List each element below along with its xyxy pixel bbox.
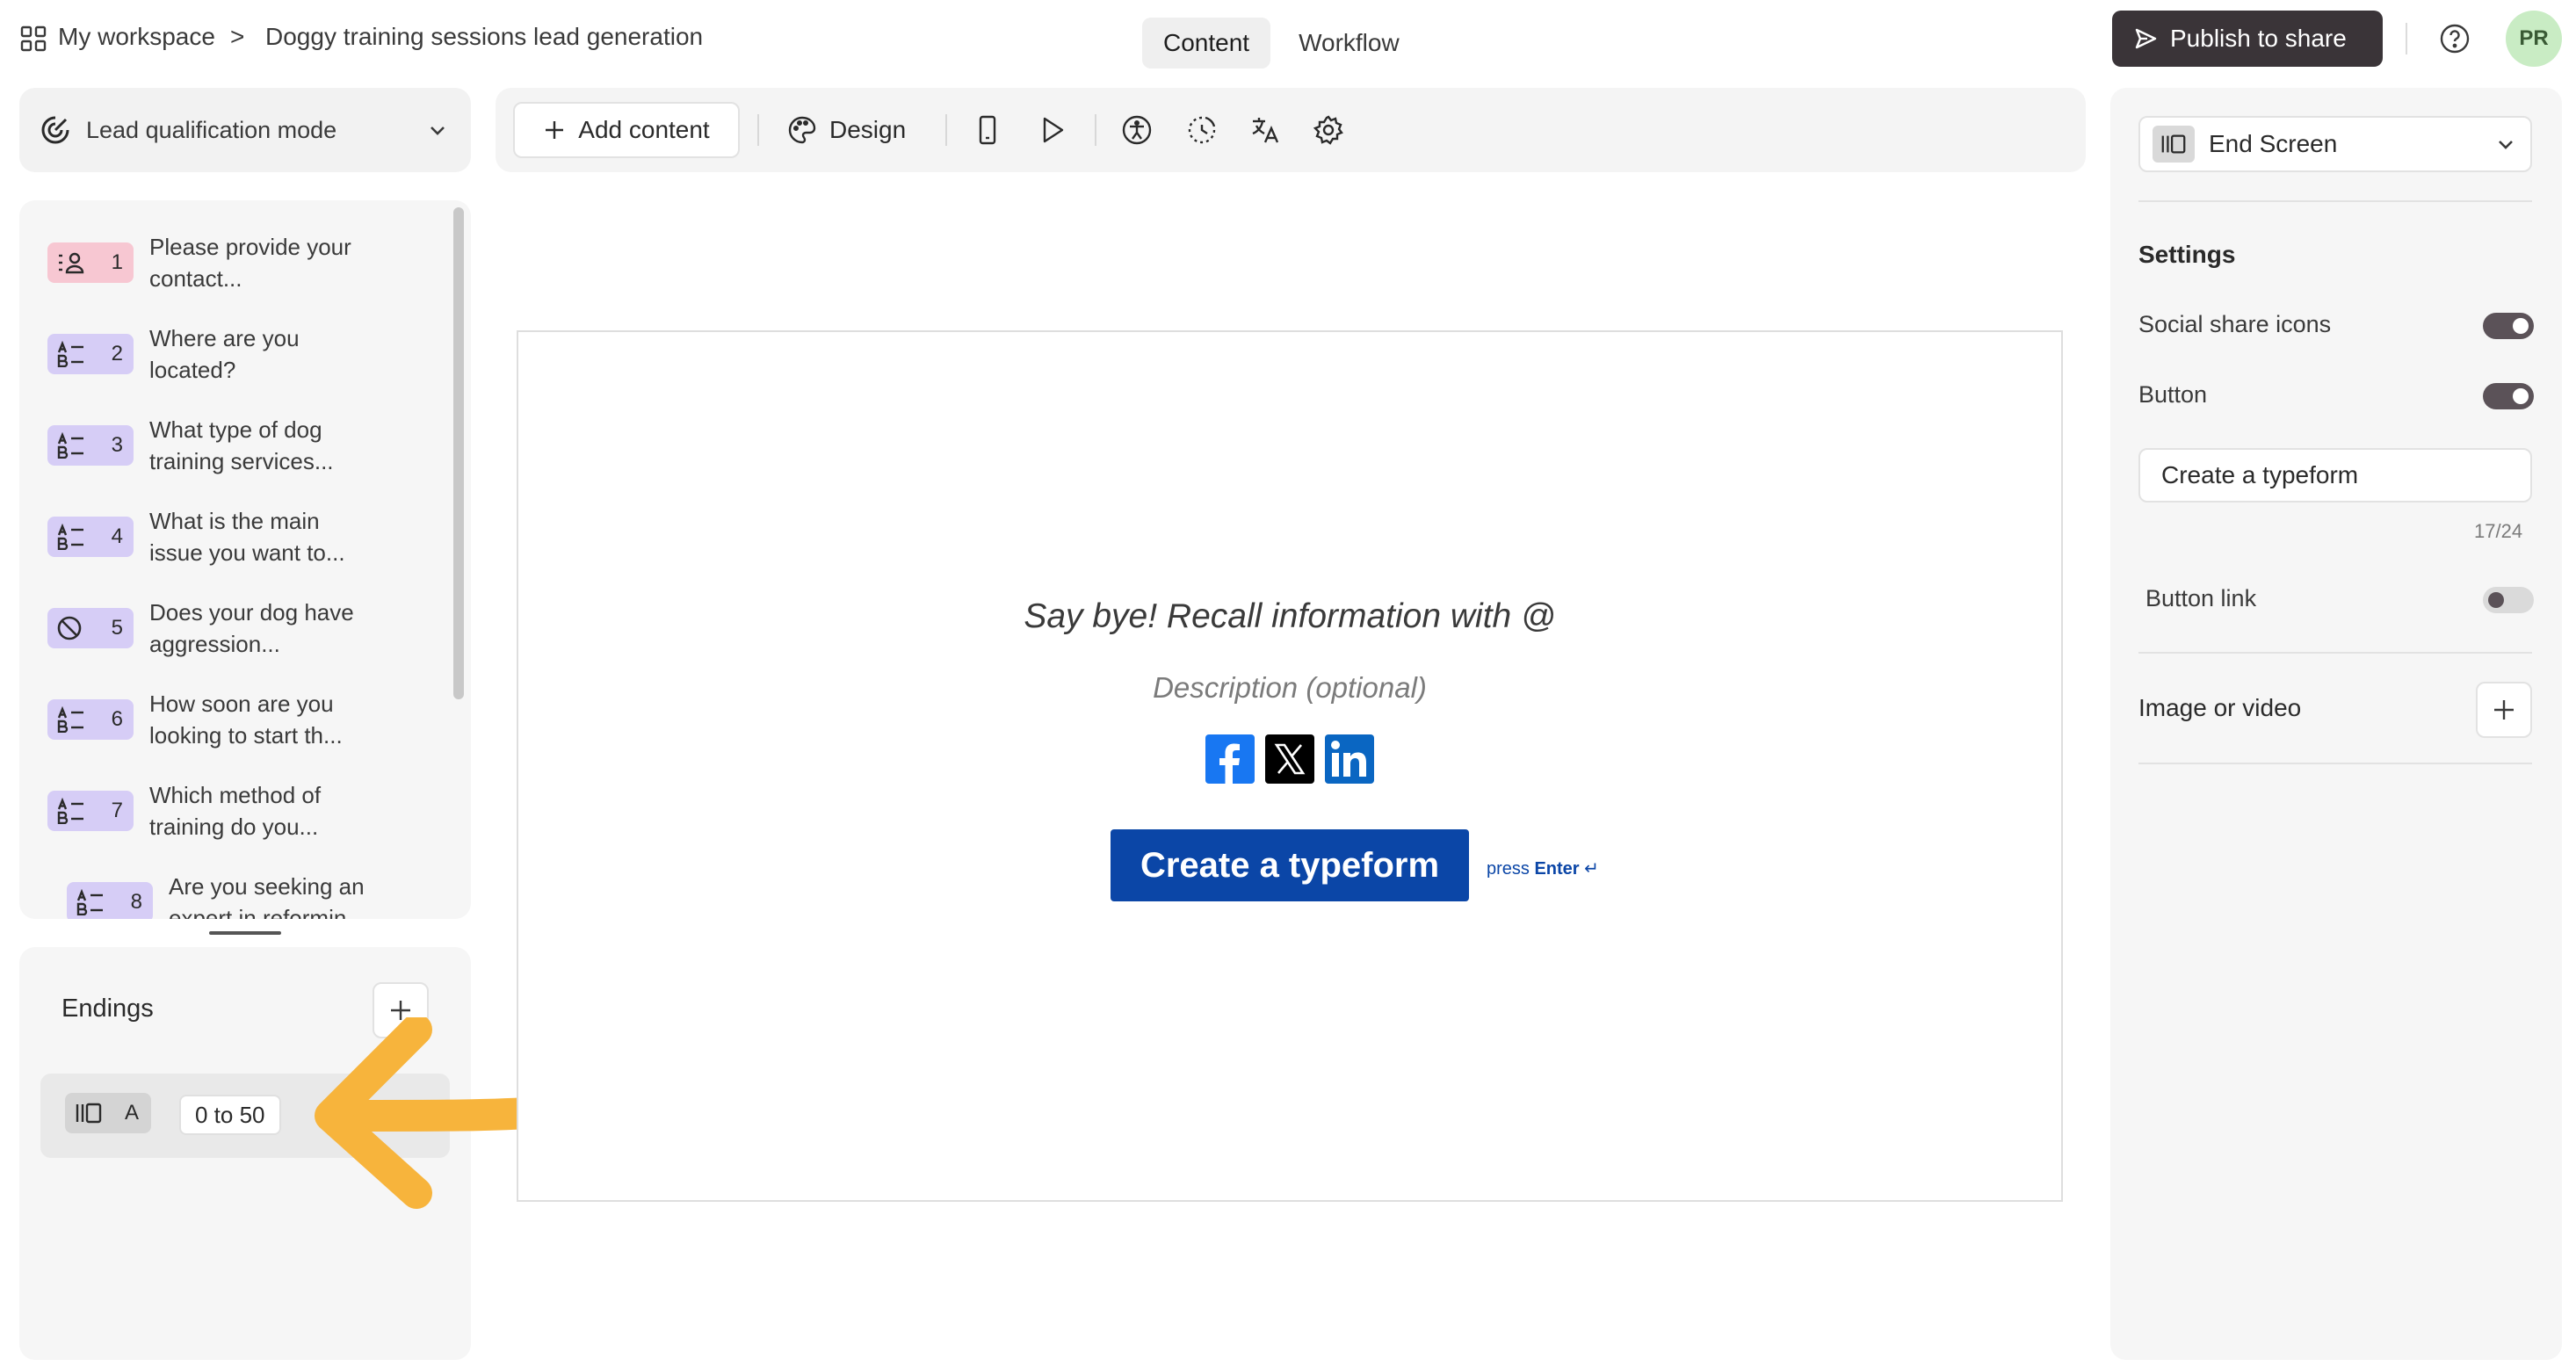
button-toggle[interactable] xyxy=(2483,383,2534,409)
endings-title: Endings xyxy=(62,995,154,1023)
list-icon xyxy=(57,798,83,824)
question-badge: 8 xyxy=(67,882,153,919)
divider xyxy=(2138,200,2532,202)
button-text-input[interactable] xyxy=(2138,448,2532,503)
workspace-grid-icon[interactable] xyxy=(19,25,47,53)
question-badge: 7 xyxy=(47,791,134,831)
help-icon[interactable] xyxy=(2439,23,2471,54)
question-badge: 3 xyxy=(47,425,134,466)
list-icon xyxy=(57,432,83,459)
ending-score-range[interactable]: 0 to 50 xyxy=(179,1095,281,1135)
end-screen-title[interactable]: Say bye! Recall information with @ xyxy=(517,597,2063,636)
question-item-8[interactable]: 8 Are you seeking an expert in reformin xyxy=(67,863,397,919)
question-item-3[interactable]: 3 What type of dog training services... xyxy=(47,406,378,485)
toolbar-divider xyxy=(945,114,947,146)
divider xyxy=(2406,23,2407,54)
play-icon[interactable] xyxy=(1037,114,1068,146)
question-badge: 5 xyxy=(47,608,134,648)
chevron-down-icon xyxy=(2499,141,2513,149)
screen-type-select[interactable]: End Screen xyxy=(2138,116,2532,172)
plus-icon xyxy=(546,121,564,139)
accessibility-icon[interactable] xyxy=(1121,114,1153,146)
tab-content[interactable]: Content xyxy=(1142,18,1271,69)
question-text: How soon are you looking to start th... xyxy=(149,691,343,749)
ending-badge: A xyxy=(65,1093,151,1133)
divider xyxy=(2138,763,2532,764)
question-item-4[interactable]: 4 What is the main issue you want to... xyxy=(47,497,378,576)
settings-gear-icon[interactable] xyxy=(1313,114,1344,146)
image-video-label: Image or video xyxy=(2138,694,2302,721)
linkedin-icon[interactable] xyxy=(1325,734,1374,784)
arrow-annotation-icon xyxy=(315,1017,543,1209)
list-icon xyxy=(57,706,83,733)
question-text: Where are you located? xyxy=(149,325,300,383)
question-list-scrollbar[interactable] xyxy=(453,207,464,699)
avatar[interactable]: PR xyxy=(2506,11,2562,67)
resize-handle[interactable] xyxy=(209,931,281,935)
tab-workflow[interactable]: Workflow xyxy=(1277,18,1421,69)
lead-mode-select[interactable]: Lead qualification mode xyxy=(19,88,471,172)
press-enter-hint: press Enter ↵ xyxy=(1487,859,1599,879)
question-text: Are you seeking an expert in reformin xyxy=(169,873,365,919)
add-image-video-button[interactable] xyxy=(2476,682,2532,738)
screen-type-label: End Screen xyxy=(2209,130,2338,157)
question-item-6[interactable]: 6 How soon are you looking to start th..… xyxy=(47,680,378,759)
social-share-toggle[interactable] xyxy=(2483,313,2534,339)
translate-icon[interactable] xyxy=(1249,114,1281,146)
create-typeform-button[interactable]: Create a typeform xyxy=(1111,829,1469,901)
button-link-label: Button link xyxy=(2145,585,2257,611)
question-text: What is the main issue you want to... xyxy=(149,508,345,566)
question-item-5[interactable]: 5 Does your dog have aggression... xyxy=(47,589,378,668)
question-text: What type of dog training services... xyxy=(149,416,334,474)
end-screen-icon xyxy=(2161,134,2186,154)
end-screen-badge xyxy=(2153,126,2195,163)
breadcrumb-separator: > xyxy=(230,23,245,50)
question-text: Which method of training do you... xyxy=(149,782,322,840)
button-label: Button xyxy=(2138,381,2208,408)
mobile-preview-icon[interactable] xyxy=(972,114,1003,146)
design-button[interactable]: Design xyxy=(787,111,906,149)
plus-icon xyxy=(2494,700,2514,720)
end-screen-icon xyxy=(76,1103,102,1124)
question-item-7[interactable]: 7 Which method of training do you... xyxy=(47,771,378,850)
question-badge: 6 xyxy=(47,699,134,740)
mode-label: Lead qualification mode xyxy=(86,116,337,143)
x-twitter-icon[interactable] xyxy=(1265,734,1314,784)
add-content-button[interactable]: Add content xyxy=(513,102,740,158)
breadcrumb-workspace[interactable]: My workspace xyxy=(58,23,215,51)
question-text: Please provide your contact... xyxy=(149,234,351,292)
button-link-toggle[interactable] xyxy=(2483,587,2534,613)
question-badge: 1 xyxy=(47,242,134,283)
send-icon xyxy=(2135,28,2157,49)
divider xyxy=(2138,652,2532,654)
facebook-icon[interactable] xyxy=(1205,734,1255,784)
char-count: 17/24 xyxy=(2474,520,2523,542)
contact-icon xyxy=(59,252,84,274)
top-bar: My workspace > Doggy training sessions l… xyxy=(0,0,2576,77)
logic-icon[interactable] xyxy=(1186,114,1218,146)
list-icon xyxy=(76,889,103,915)
end-screen-description[interactable]: Description (optional) xyxy=(517,671,2063,705)
settings-title: Settings xyxy=(2138,241,2236,268)
question-clip: 8 Are you seeking an expert in reformin xyxy=(19,843,453,919)
question-item-2[interactable]: 2 Where are you located? xyxy=(47,315,378,394)
form-title[interactable]: Doggy training sessions lead generation xyxy=(265,23,703,51)
toolbar-divider xyxy=(757,114,759,146)
question-text: Does your dog have aggression... xyxy=(149,599,354,657)
chevron-down-icon xyxy=(431,127,445,135)
list-icon xyxy=(57,341,83,367)
question-badge: 4 xyxy=(47,517,134,557)
publish-button[interactable]: Publish to share xyxy=(2112,11,2383,67)
no-icon xyxy=(57,616,82,640)
question-badge: 2 xyxy=(47,334,134,374)
publish-label: Publish to share xyxy=(2170,25,2347,52)
target-icon xyxy=(41,116,69,144)
toolbar-divider xyxy=(1095,114,1096,146)
palette-icon xyxy=(788,116,816,144)
top-tabs: Content Workflow xyxy=(1142,18,1421,69)
question-item-1[interactable]: 1 Please provide your contact... xyxy=(47,223,378,302)
social-share-label: Social share icons xyxy=(2138,311,2332,337)
list-icon xyxy=(57,524,83,550)
